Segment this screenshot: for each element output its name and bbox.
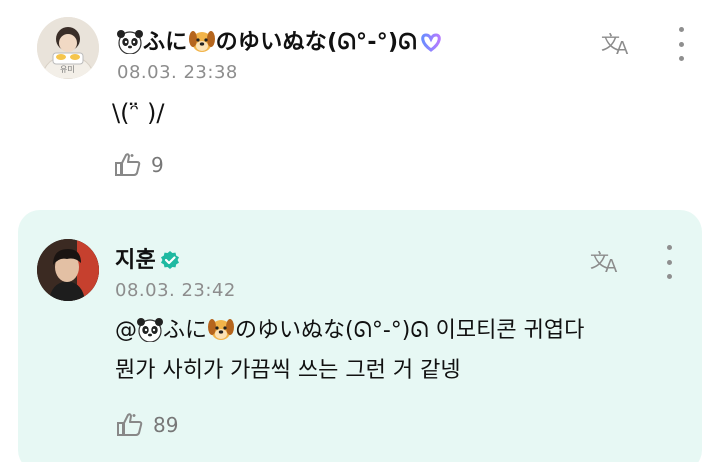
svg-text:A: A	[605, 256, 618, 276]
avatar[interactable]: 유미	[37, 17, 99, 79]
dog-emoji	[188, 28, 216, 60]
comment-item-highlighted: 지훈 08.03. 23:42 @ ふに のゆいぬな(ᘏ°-°)ᘏ 이모티콘 귀…	[18, 210, 702, 462]
comment-text-rest: 이모티콘 귀엽다	[428, 318, 585, 343]
panda-emoji	[137, 318, 163, 353]
like-button[interactable]: 89	[115, 411, 178, 439]
dog-emoji	[207, 316, 235, 353]
panda-emoji	[117, 30, 143, 60]
mention-at: @	[115, 318, 137, 343]
like-button[interactable]: 9	[113, 151, 164, 179]
author-name[interactable]: 지훈	[115, 242, 180, 276]
author-name-part-2: のゆいぬな(ᘏ°-°)ᘏ	[215, 30, 417, 55]
comment-text-line: @ ふに のゆいぬな(ᘏ°-°)ᘏ 이모티콘 귀엽다	[115, 313, 584, 353]
like-icon	[117, 413, 143, 436]
heart-icon	[419, 32, 443, 58]
comment-text-line: 뭔가 사히가 가끔씩 쓰는 그런 거 같넹	[115, 358, 461, 383]
timestamp: 08.03. 23:42	[115, 280, 236, 301]
verified-badge-icon	[160, 250, 180, 276]
mention[interactable]: @ ふに のゆいぬな(ᘏ°-°)ᘏ	[115, 318, 429, 343]
like-icon	[115, 153, 141, 176]
svg-text:A: A	[616, 38, 629, 58]
more-vertical-icon[interactable]	[664, 245, 674, 279]
more-vertical-icon[interactable]	[676, 27, 686, 61]
timestamp: 08.03. 23:38	[117, 62, 238, 83]
comment-text: @ ふに のゆいぬな(ᘏ°-°)ᘏ 이모티콘 귀엽다 뭔가 사히가 가끔씩 쓰는…	[115, 313, 584, 388]
translate-icon[interactable]: 文 A	[601, 28, 637, 59]
like-count: 89	[153, 413, 179, 437]
translate-icon[interactable]: 文 A	[590, 246, 626, 277]
author-name-part-1: ふに	[143, 30, 188, 55]
like-count: 9	[151, 153, 164, 177]
comment-item: 유미 ふに のゆいぬな(ᘏ°-°)ᘏ 08.03. 23:38 \(ᵔ̈)/ …	[0, 0, 720, 200]
author-name[interactable]: ふに のゆいぬな(ᘏ°-°)ᘏ	[117, 24, 443, 60]
comment-text-line: \(ᵔ̈ )/	[112, 99, 165, 127]
avatar-label: 유미	[60, 65, 75, 74]
mention-name-part-2: のゆいぬな(ᘏ°-°)ᘏ	[235, 318, 429, 343]
mention-name-part-1: ふに	[163, 318, 208, 343]
avatar[interactable]	[37, 239, 99, 301]
author-name-text: 지훈	[115, 248, 157, 273]
comment-text: \(ᵔ̈ )/	[112, 96, 164, 131]
